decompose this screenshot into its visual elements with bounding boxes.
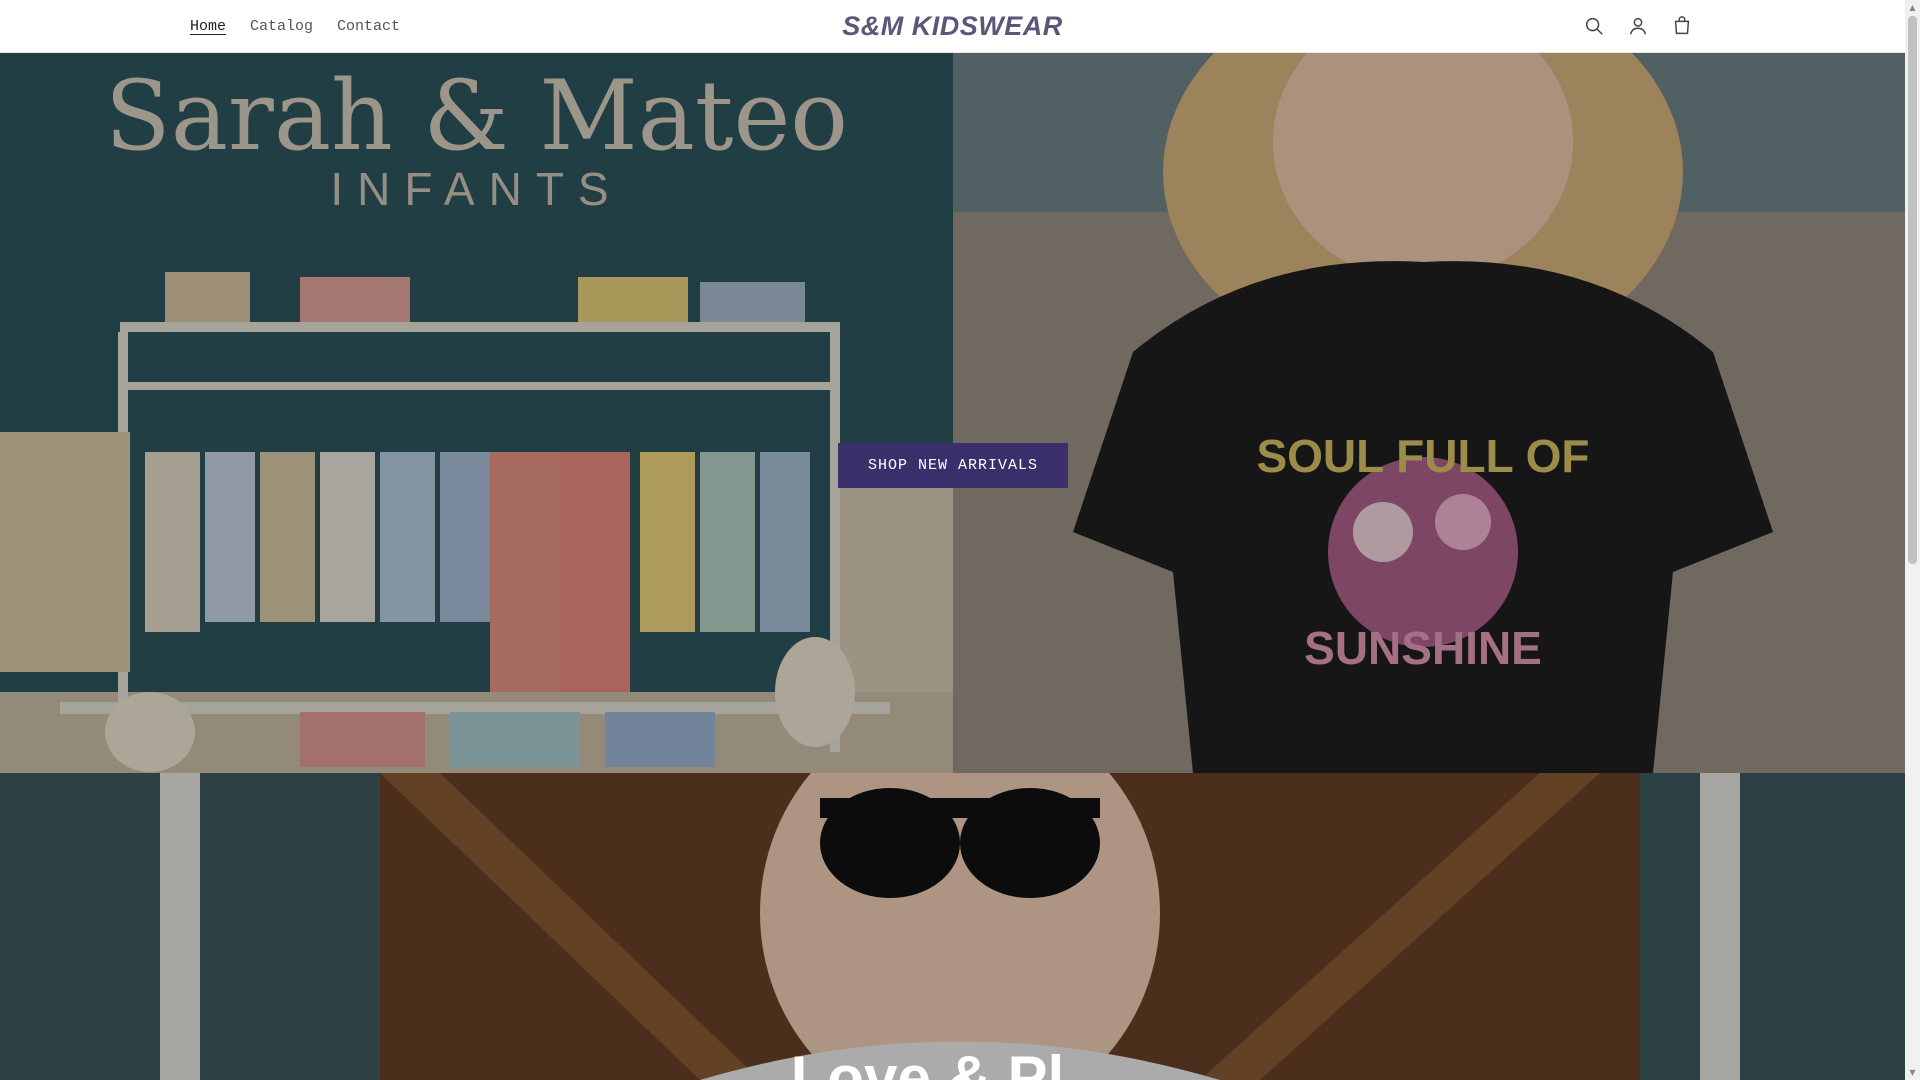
- image-overlay: [953, 52, 1905, 773]
- site-logo[interactable]: S&M KIDSWEAR: [842, 11, 1063, 41]
- hero-image-store-display: Sarah & Mateo INFANTS: [0, 52, 953, 773]
- main-nav: Home Catalog Contact: [190, 0, 424, 52]
- hero-split: Sarah & Mateo INFANTS SOUL FULL OF SUNSH: [0, 52, 1905, 773]
- site-header: Home Catalog Contact S&M KIDSWEAR: [0, 0, 1905, 53]
- cart-icon[interactable]: [1669, 13, 1695, 39]
- scrollbar-thumb[interactable]: [1908, 16, 1917, 564]
- header-icons: [1581, 0, 1695, 52]
- hero2-heading: Love & Pl...: [790, 1044, 1115, 1080]
- scroll-up-arrow-icon[interactable]: ▲: [1905, 0, 1920, 15]
- account-icon[interactable]: [1625, 13, 1651, 39]
- hero-image-boy-sunglasses: Love & Pl...: [0, 773, 1905, 1080]
- nav-catalog-link[interactable]: Catalog: [250, 18, 313, 35]
- image-overlay: [0, 773, 1905, 1080]
- hero-image-girl-shirt: SOUL FULL OF SUNSHINE: [953, 52, 1905, 773]
- search-icon[interactable]: [1581, 13, 1607, 39]
- shop-new-arrivals-button[interactable]: SHOP NEW ARRIVALS: [838, 443, 1068, 488]
- page-viewport: Home Catalog Contact S&M KIDSWEAR Sarah …: [0, 0, 1905, 1080]
- scroll-down-arrow-icon[interactable]: ▼: [1905, 1065, 1920, 1080]
- nav-contact-link[interactable]: Contact: [337, 18, 400, 35]
- image-overlay: [0, 52, 953, 773]
- vertical-scrollbar[interactable]: ▲ ▼: [1905, 0, 1920, 1080]
- nav-home-link[interactable]: Home: [190, 18, 226, 35]
